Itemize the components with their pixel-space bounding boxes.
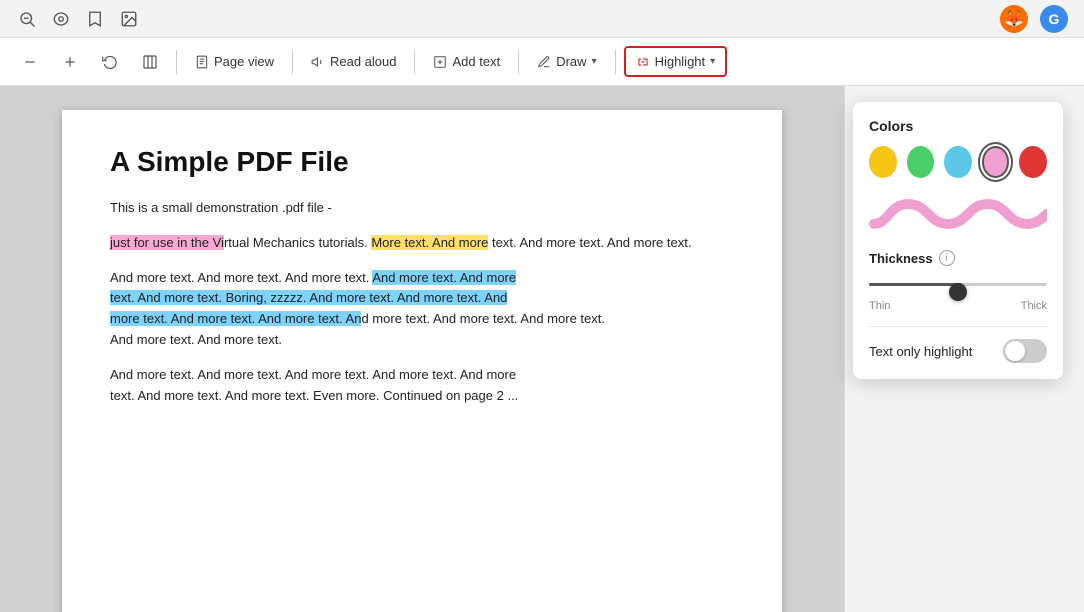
highlight-popup: Colors Thickness i: [853, 102, 1063, 379]
draw-label: Draw: [556, 54, 586, 69]
text-only-toggle[interactable]: [1003, 339, 1047, 363]
image-icon[interactable]: [118, 8, 140, 30]
thickness-info-icon[interactable]: i: [939, 250, 955, 266]
slider-min-label: Thin: [869, 300, 890, 312]
zoom-out-button[interactable]: [12, 48, 48, 76]
colors-title: Colors: [869, 118, 1047, 134]
color-cyan[interactable]: [944, 146, 972, 178]
pdf-viewer[interactable]: A Simple PDF File This is a small demons…: [0, 86, 844, 612]
browser-top-bar: 🦊 G: [0, 0, 1084, 38]
zoom-in-button[interactable]: [52, 48, 88, 76]
slider-max-label: Thick: [1021, 300, 1047, 312]
highlight-pink-1: just for use in the Vi: [110, 235, 224, 250]
pdf-body: This is a small demonstration .pdf file …: [110, 198, 734, 406]
draw-button[interactable]: Draw ▾: [527, 48, 606, 75]
separator-5: [615, 50, 616, 74]
pdf-paragraph-1: This is a small demonstration .pdf file …: [110, 198, 734, 219]
bookmark-icon[interactable]: [84, 8, 106, 30]
slider-labels: Thin Thick: [869, 300, 1047, 312]
highlight-button[interactable]: Highlight ▾: [624, 46, 728, 77]
pdf-paragraph-4: And more text. And more text. And more t…: [110, 365, 734, 407]
main-area: A Simple PDF File This is a small demons…: [0, 86, 1084, 612]
color-pink[interactable]: [982, 146, 1010, 178]
rotate-button[interactable]: [92, 48, 128, 76]
page-view-label: Page view: [214, 54, 274, 69]
add-text-button[interactable]: Add text: [423, 48, 510, 75]
read-aloud-button[interactable]: Read aloud: [301, 48, 407, 75]
text-only-row: Text only highlight: [869, 339, 1047, 363]
color-red[interactable]: [1019, 146, 1047, 178]
reading-view-icon[interactable]: [50, 8, 72, 30]
separator-3: [414, 50, 415, 74]
pdf-page: A Simple PDF File This is a small demons…: [62, 110, 782, 612]
page-view-button[interactable]: Page view: [185, 48, 284, 75]
color-yellow[interactable]: [869, 146, 897, 178]
divider: [869, 326, 1047, 327]
separator-2: [292, 50, 293, 74]
separator-4: [518, 50, 519, 74]
read-aloud-label: Read aloud: [330, 54, 397, 69]
pdf-title: A Simple PDF File: [110, 146, 734, 178]
highlight-yellow-1: More text. And more: [371, 235, 488, 250]
wave-preview: [869, 194, 1047, 234]
text-only-label: Text only highlight: [869, 344, 972, 359]
highlight-label: Highlight: [655, 54, 706, 69]
fit-button[interactable]: [132, 48, 168, 76]
add-text-label: Add text: [452, 54, 500, 69]
zoom-out-icon[interactable]: [16, 8, 38, 30]
thickness-slider[interactable]: [869, 274, 1047, 294]
thickness-label: Thickness: [869, 251, 933, 266]
toggle-knob: [1005, 341, 1025, 361]
fox-icon[interactable]: 🦊: [1000, 5, 1028, 33]
toolbar: Page view Read aloud Add text Draw ▾ Hig…: [0, 38, 1084, 86]
pdf-paragraph-2: just for use in the Virtual Mechanics tu…: [110, 233, 734, 254]
color-green[interactable]: [907, 146, 935, 178]
draw-dropdown-arrow[interactable]: ▾: [592, 56, 597, 67]
separator-1: [176, 50, 177, 74]
profile-icon[interactable]: G: [1040, 5, 1068, 33]
highlight-panel: Colors Thickness i: [844, 86, 1084, 612]
pdf-paragraph-3: And more text. And more text. And more t…: [110, 268, 734, 351]
color-swatches-row: [869, 146, 1047, 178]
highlight-dropdown-arrow[interactable]: ▾: [710, 56, 715, 67]
thickness-header: Thickness i: [869, 250, 1047, 266]
